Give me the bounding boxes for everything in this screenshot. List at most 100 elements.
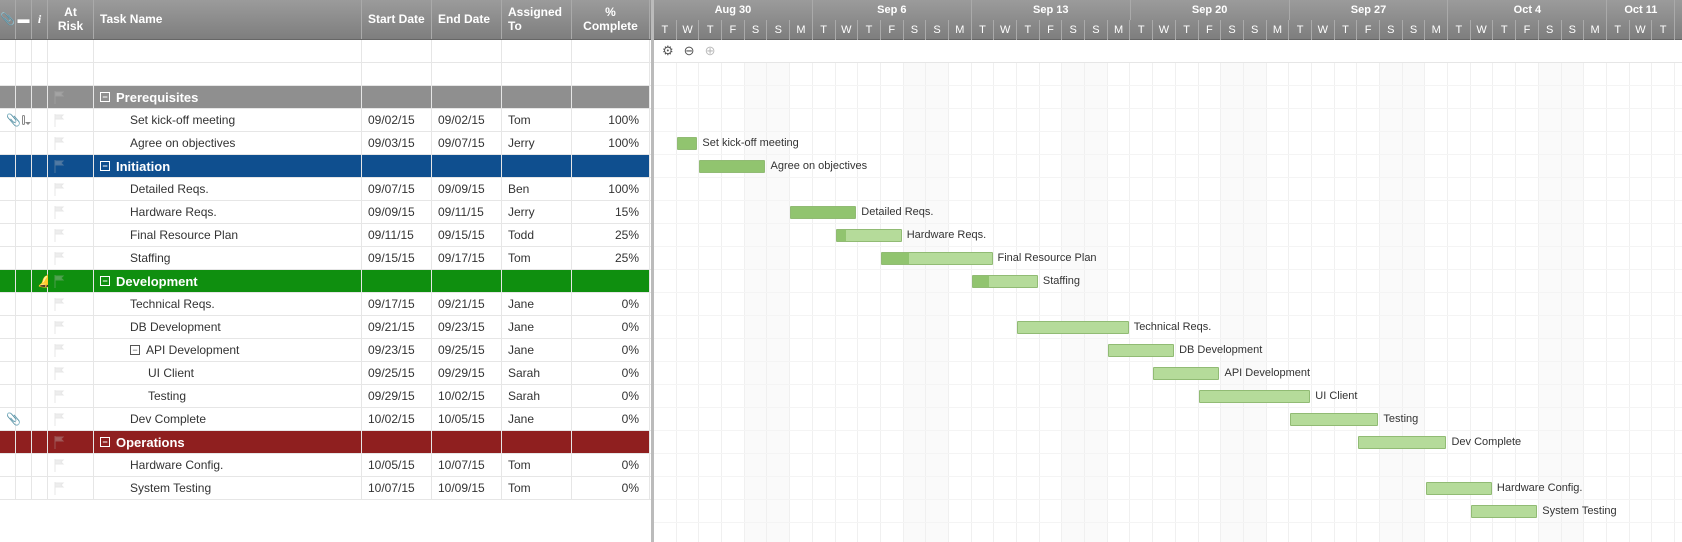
cell-at-risk[interactable] xyxy=(48,86,94,108)
cell-end-date[interactable]: 10/09/15 xyxy=(432,477,502,499)
cell-comment[interactable] xyxy=(16,178,32,200)
cell-info[interactable] xyxy=(32,316,48,338)
cell-pct-complete[interactable]: 0% xyxy=(572,339,650,361)
cell-pct-complete[interactable]: 25% xyxy=(572,224,650,246)
cell-info[interactable] xyxy=(32,454,48,476)
cell-end-date[interactable] xyxy=(432,431,502,453)
cell-pct-complete[interactable]: 100% xyxy=(572,178,650,200)
cell-assigned-to[interactable]: Sarah xyxy=(502,385,572,407)
col-header-attachments[interactable]: 📎 xyxy=(0,0,16,39)
cell-comment[interactable] xyxy=(16,431,32,453)
col-header-assigned-to[interactable]: Assigned To xyxy=(502,0,572,39)
task-row[interactable]: Staffing09/15/1509/17/15Tom25% xyxy=(0,247,651,270)
flag-icon[interactable] xyxy=(54,229,65,242)
cell-comment[interactable] xyxy=(16,408,32,430)
gantt-bar[interactable]: Staffing xyxy=(972,275,1038,288)
cell-comment[interactable] xyxy=(16,109,32,131)
cell-pct-complete[interactable] xyxy=(572,155,650,177)
flag-icon[interactable] xyxy=(54,114,65,127)
cell-at-risk[interactable] xyxy=(48,385,94,407)
cell-pct-complete[interactable] xyxy=(572,40,650,62)
cell-attach[interactable]: 📎 xyxy=(0,109,16,131)
cell-at-risk[interactable] xyxy=(48,270,94,292)
group-row[interactable]: 🔔−Development xyxy=(0,270,651,293)
cell-at-risk[interactable] xyxy=(48,362,94,384)
cell-start-date[interactable] xyxy=(362,270,432,292)
cell-comment[interactable] xyxy=(16,247,32,269)
cell-at-risk[interactable] xyxy=(48,454,94,476)
collapse-icon[interactable]: − xyxy=(100,161,110,171)
cell-start-date[interactable]: 10/07/15 xyxy=(362,477,432,499)
cell-pct-complete[interactable] xyxy=(572,431,650,453)
task-row[interactable]: Hardware Reqs.09/09/1509/11/15Jerry15% xyxy=(0,201,651,224)
task-row[interactable]: Testing09/29/1510/02/15Sarah0% xyxy=(0,385,651,408)
gantt-bar[interactable]: Dev Complete xyxy=(1358,436,1447,449)
cell-attach[interactable] xyxy=(0,316,16,338)
cell-attach[interactable] xyxy=(0,293,16,315)
group-row[interactable]: −Initiation xyxy=(0,155,651,178)
group-row[interactable]: −Operations xyxy=(0,431,651,454)
cell-attach[interactable] xyxy=(0,270,16,292)
col-header-info[interactable]: i xyxy=(32,0,48,39)
task-row[interactable]: 📎Dev Complete10/02/1510/05/15Jane0% xyxy=(0,408,651,431)
cell-start-date[interactable]: 09/21/15 xyxy=(362,316,432,338)
collapse-icon[interactable]: − xyxy=(100,437,110,447)
cell-info[interactable] xyxy=(32,293,48,315)
gantt-bar[interactable]: Set kick-off meeting xyxy=(677,137,698,150)
cell-pct-complete[interactable] xyxy=(572,270,650,292)
flag-icon[interactable] xyxy=(54,459,65,472)
task-row[interactable]: UI Client09/25/1509/29/15Sarah0% xyxy=(0,362,651,385)
cell-pct-complete[interactable]: 100% xyxy=(572,132,650,154)
cell-attach[interactable] xyxy=(0,477,16,499)
cell-assigned-to[interactable]: Jerry xyxy=(502,201,572,223)
cell-attach[interactable] xyxy=(0,224,16,246)
cell-info[interactable] xyxy=(32,132,48,154)
collapse-icon[interactable]: − xyxy=(100,276,110,286)
cell-pct-complete[interactable]: 0% xyxy=(572,454,650,476)
cell-comment[interactable] xyxy=(16,362,32,384)
cell-start-date[interactable] xyxy=(362,63,432,85)
cell-end-date[interactable]: 09/23/15 xyxy=(432,316,502,338)
cell-task-name[interactable]: −Operations xyxy=(94,431,362,453)
cell-pct-complete[interactable]: 25% xyxy=(572,247,650,269)
settings-icon[interactable]: ⚙ xyxy=(662,43,674,59)
cell-at-risk[interactable] xyxy=(48,63,94,85)
cell-end-date[interactable]: 10/02/15 xyxy=(432,385,502,407)
cell-start-date[interactable]: 09/23/15 xyxy=(362,339,432,361)
cell-attach[interactable] xyxy=(0,155,16,177)
cell-pct-complete[interactable]: 15% xyxy=(572,201,650,223)
flag-icon[interactable] xyxy=(54,275,65,288)
cell-end-date[interactable]: 10/07/15 xyxy=(432,454,502,476)
task-row[interactable]: −API Development09/23/1509/25/15Jane0% xyxy=(0,339,651,362)
cell-assigned-to[interactable]: Tom xyxy=(502,454,572,476)
cell-assigned-to[interactable] xyxy=(502,63,572,85)
flag-icon[interactable] xyxy=(54,344,65,357)
cell-attach[interactable] xyxy=(0,362,16,384)
cell-assigned-to[interactable]: Jane xyxy=(502,293,572,315)
cell-info[interactable] xyxy=(32,362,48,384)
cell-assigned-to[interactable]: Todd xyxy=(502,224,572,246)
flag-icon[interactable] xyxy=(54,160,65,173)
cell-attach[interactable] xyxy=(0,339,16,361)
cell-start-date[interactable]: 09/29/15 xyxy=(362,385,432,407)
cell-end-date[interactable] xyxy=(432,270,502,292)
cell-task-name[interactable]: −Initiation xyxy=(94,155,362,177)
cell-pct-complete[interactable]: 0% xyxy=(572,477,650,499)
cell-attach[interactable] xyxy=(0,201,16,223)
flag-icon[interactable] xyxy=(54,413,65,426)
cell-task-name[interactable]: Final Resource Plan xyxy=(94,224,362,246)
cell-task-name[interactable]: UI Client xyxy=(94,362,362,384)
cell-assigned-to[interactable]: Tom xyxy=(502,109,572,131)
gantt-bar[interactable]: Testing xyxy=(1290,413,1379,426)
flag-icon[interactable] xyxy=(54,137,65,150)
cell-at-risk[interactable] xyxy=(48,109,94,131)
gantt-bar[interactable]: Technical Reqs. xyxy=(1017,321,1129,334)
cell-comment[interactable] xyxy=(16,339,32,361)
cell-end-date[interactable]: 09/17/15 xyxy=(432,247,502,269)
col-header-pct-complete[interactable]: % Complete xyxy=(572,0,650,39)
cell-pct-complete[interactable] xyxy=(572,86,650,108)
cell-end-date[interactable] xyxy=(432,155,502,177)
cell-attach[interactable] xyxy=(0,40,16,62)
cell-pct-complete[interactable]: 0% xyxy=(572,408,650,430)
cell-pct-complete[interactable]: 0% xyxy=(572,316,650,338)
